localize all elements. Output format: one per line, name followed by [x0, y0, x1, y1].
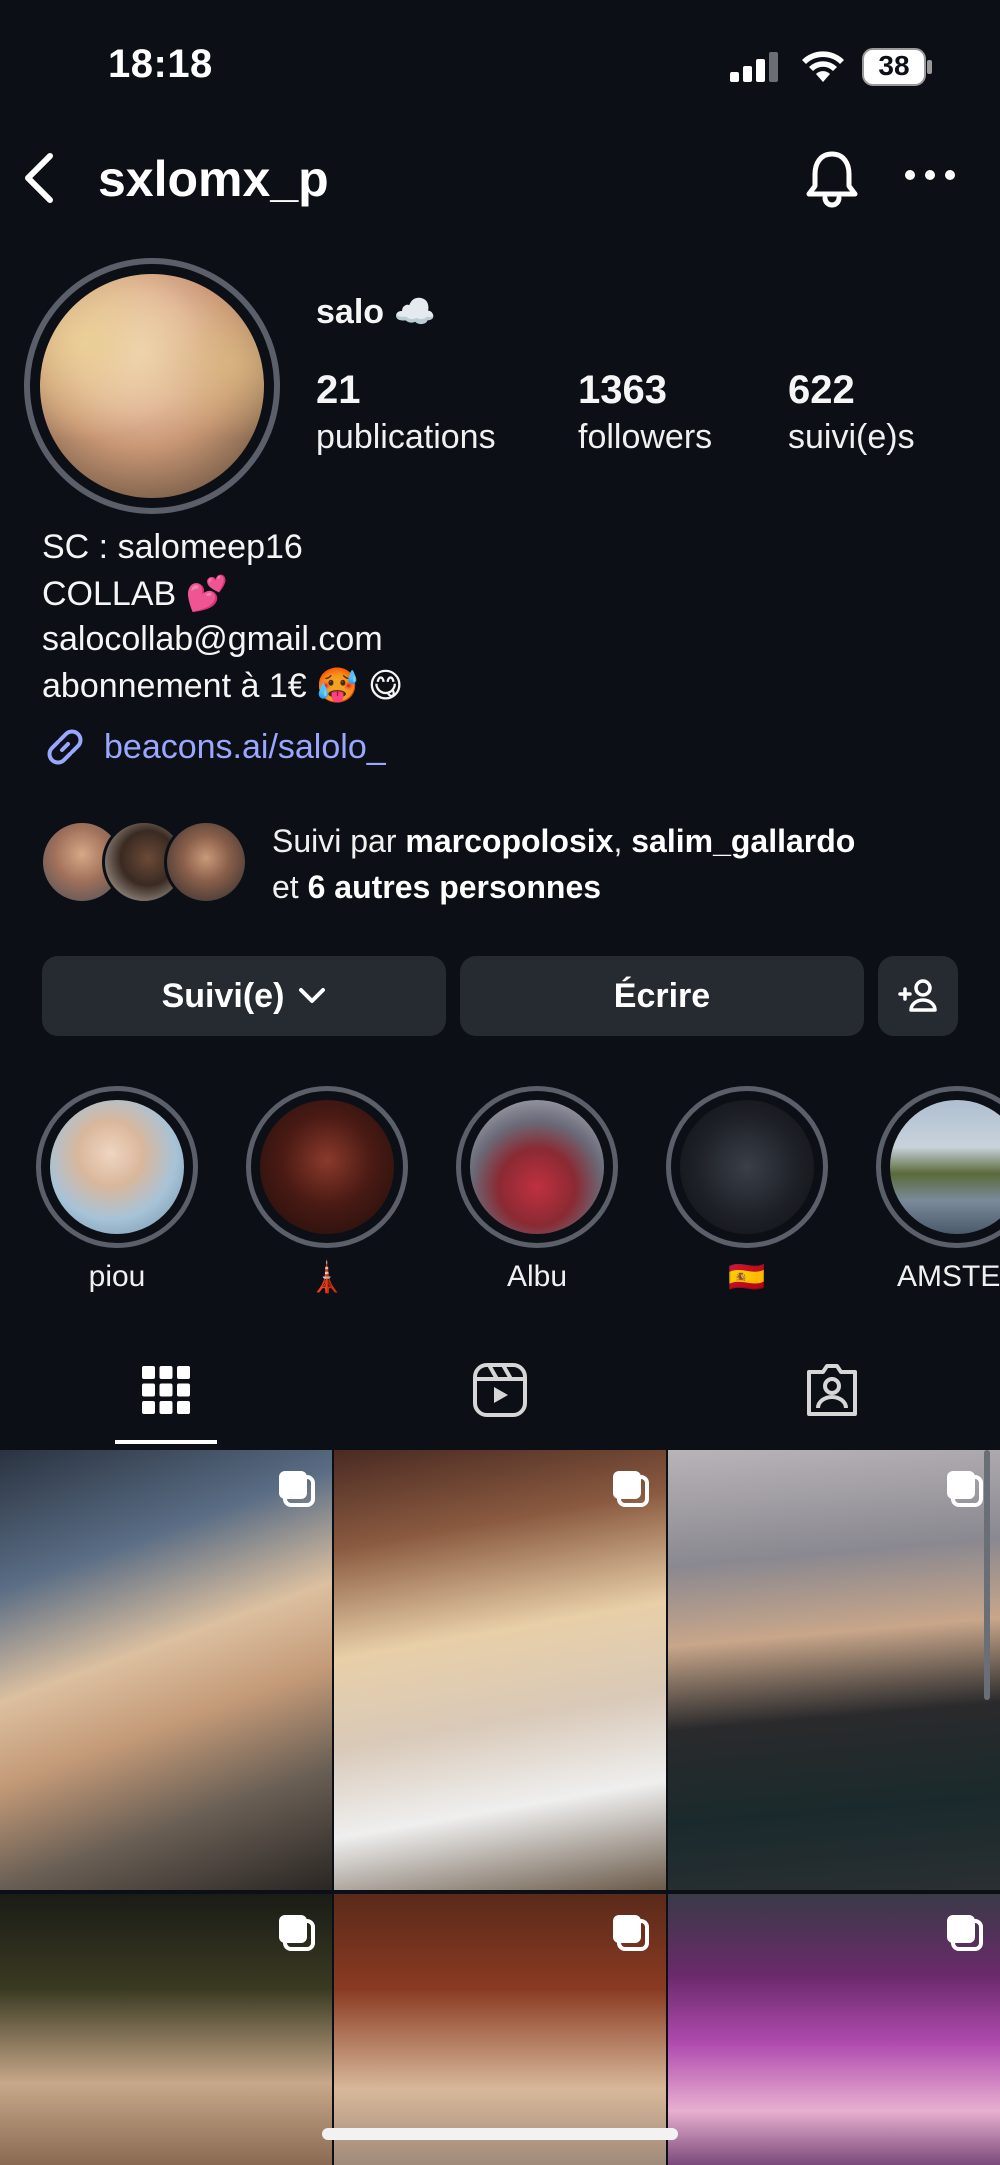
highlight-cover	[890, 1100, 1000, 1234]
multiple-photos-icon	[947, 1915, 983, 1951]
following-label[interactable]: suivi(e)s	[788, 418, 915, 457]
highlight-tower[interactable]	[246, 1086, 408, 1248]
multiple-photos-icon	[613, 1915, 649, 1951]
highlight-piou[interactable]	[36, 1086, 198, 1248]
followed-by-and: et	[272, 869, 308, 905]
posts-label: publications	[316, 418, 496, 456]
highlight-label: 🗼	[308, 1261, 346, 1294]
reels-icon	[473, 1363, 527, 1417]
bio-line: salocollab@gmail.com	[42, 620, 383, 658]
grid-icon	[142, 1366, 190, 1414]
bio-link-text[interactable]: beacons.ai/salolo_	[104, 728, 386, 767]
tagged-user-icon	[807, 1364, 857, 1416]
avatar	[164, 820, 248, 904]
chevron-down-icon	[299, 988, 326, 1003]
mutual-others[interactable]: 6 autres personnes	[308, 869, 601, 905]
bio-line: SC : salomeep16	[42, 528, 303, 566]
bio-link[interactable]: beacons.ai/salolo_	[42, 722, 386, 772]
followed-by-prefix: Suivi par	[272, 823, 406, 859]
bell-icon[interactable]	[800, 146, 864, 210]
home-indicator[interactable]	[322, 2128, 678, 2140]
highlight-cover	[50, 1100, 184, 1234]
message-button[interactable]: Écrire	[460, 956, 864, 1036]
posts-count: 21	[316, 368, 361, 412]
suggested-users-button[interactable]	[878, 956, 958, 1036]
highlight-cover	[680, 1100, 814, 1234]
tab-posts-grid[interactable]	[116, 1360, 216, 1420]
grid-post[interactable]	[0, 1894, 332, 2165]
scrollbar[interactable]	[984, 1450, 990, 1700]
avatar[interactable]	[40, 274, 264, 498]
cellular-signal-icon	[730, 52, 778, 82]
battery-level: 38	[878, 50, 910, 81]
multiple-photos-icon	[947, 1471, 983, 1507]
grid-post[interactable]	[334, 1450, 666, 1890]
following-count[interactable]: 622	[788, 368, 855, 413]
highlight-amsterdam[interactable]	[876, 1086, 1000, 1248]
separator: ,	[613, 823, 632, 859]
active-tab-indicator	[115, 1440, 217, 1444]
followers-count[interactable]: 1363	[578, 368, 667, 413]
back-arrow-icon[interactable]	[18, 150, 62, 206]
highlight-label: 🇪🇸	[728, 1261, 766, 1294]
multiple-photos-icon	[279, 1471, 315, 1507]
highlight-spain[interactable]	[666, 1086, 828, 1248]
message-button-label: Écrire	[613, 976, 711, 1015]
highlight-label: AMSTE	[897, 1260, 1000, 1293]
link-icon	[47, 729, 83, 765]
status-time: 18:18	[108, 42, 213, 86]
grid-post[interactable]	[0, 1450, 332, 1890]
mutual-user-1[interactable]: marcopolosix	[405, 823, 613, 859]
multiple-photos-icon	[279, 1915, 315, 1951]
mutual-followers-avatars[interactable]	[40, 820, 250, 906]
wifi-icon	[802, 51, 844, 82]
tab-reels[interactable]	[450, 1360, 550, 1420]
tab-tagged[interactable]	[782, 1360, 882, 1420]
highlight-albu[interactable]	[456, 1086, 618, 1248]
multiple-photos-icon	[613, 1471, 649, 1507]
grid-post[interactable]	[668, 1894, 1000, 2165]
more-options-icon[interactable]	[900, 160, 960, 190]
grid-post[interactable]	[668, 1450, 1000, 1890]
followers-label[interactable]: followers	[578, 418, 712, 457]
battery-indicator: 38	[862, 48, 934, 86]
add-user-icon	[898, 979, 937, 1012]
followed-by-text[interactable]: Suivi par marcopolosix, salim_gallardo e…	[272, 818, 972, 910]
following-button-label: Suivi(e)	[161, 976, 285, 1015]
mutual-user-2[interactable]: salim_gallardo	[631, 823, 855, 859]
highlight-cover	[260, 1100, 394, 1234]
bio-line: COLLAB 💕	[42, 575, 228, 613]
bio-line: abonnement à 1€ 🥵 😋	[42, 667, 404, 705]
profile-username: sxlomx_p	[98, 151, 329, 207]
following-button[interactable]: Suivi(e)	[42, 956, 446, 1036]
display-name: salo ☁️	[316, 293, 436, 331]
highlight-label: Albu	[506, 1260, 568, 1293]
highlight-label: piou	[88, 1260, 146, 1293]
grid-post[interactable]	[334, 1894, 666, 2165]
highlight-cover	[470, 1100, 604, 1234]
